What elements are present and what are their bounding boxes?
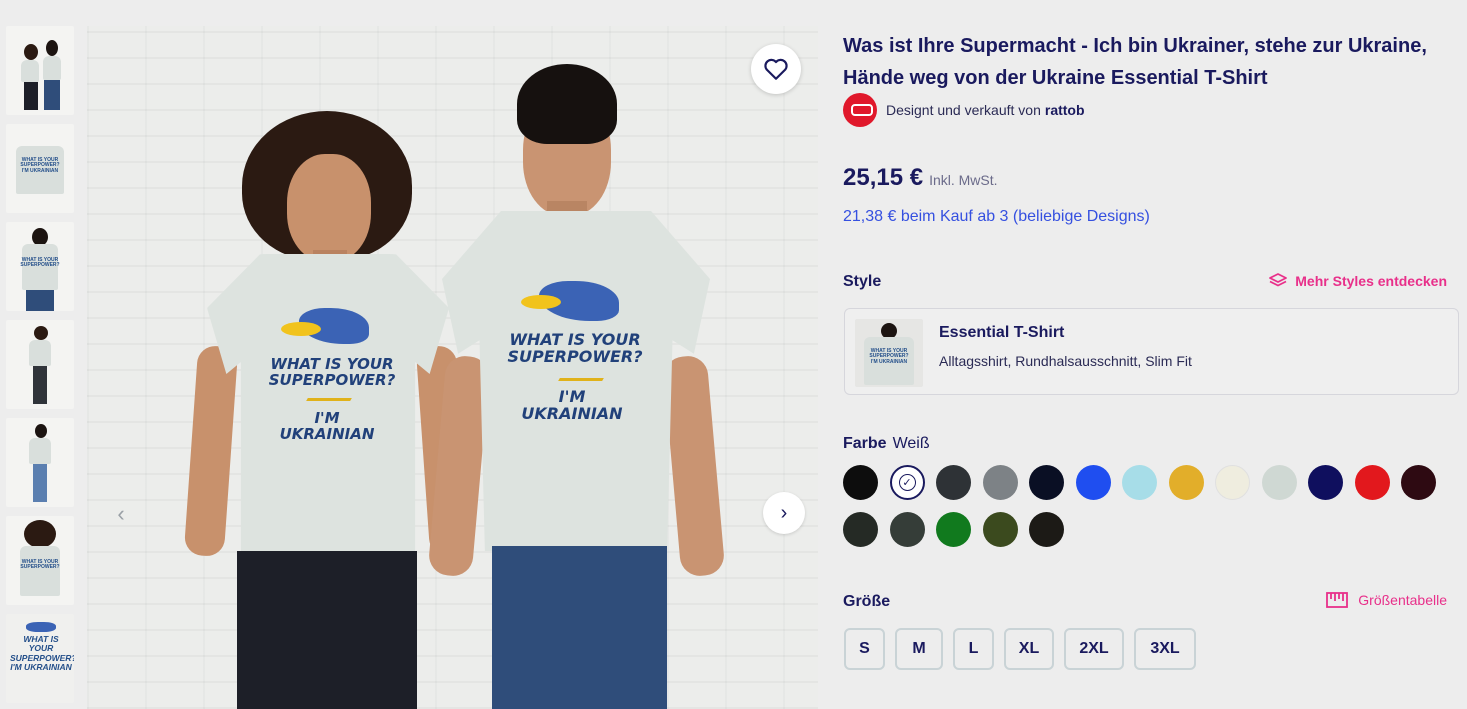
size-options: S M L XL 2XL 3XL [844,628,1206,670]
artwork-text-line1: WHAT IS YOUR [23,634,59,654]
model-man-pants [492,546,667,709]
color-swatch[interactable] [982,512,1018,547]
color-swatch[interactable] [1215,465,1250,500]
check-icon: ✓ [898,474,916,491]
size-button-l[interactable]: L [953,628,994,670]
model-woman-face [287,154,371,262]
layers-icon [1269,273,1288,287]
color-label-text: Farbe [843,435,887,452]
thumbnail-flat-shirt[interactable]: WHAT IS YOUR SUPERPOWER? I'M UKRAINIAN [6,124,74,213]
thumbnail-woman-front[interactable]: WHAT IS YOUR SUPERPOWER? [6,516,74,605]
size-button-xl[interactable]: XL [1004,628,1054,670]
color-swatch[interactable] [843,512,878,547]
previous-image-button[interactable]: ‹ [101,494,141,534]
color-swatch[interactable] [1029,465,1064,500]
color-swatch[interactable] [1354,465,1390,500]
artwork-text-line3: I'M UKRAINIAN [10,662,72,673]
seller-name-link[interactable]: rattob [1045,102,1085,118]
print-man-line1: WHAT IS YOUR [509,330,641,349]
chevron-right-icon: › [780,501,788,524]
size-button-s[interactable]: S [844,628,885,670]
color-swatch[interactable] [1261,465,1297,500]
color-swatch[interactable] [889,512,925,547]
print-text-man: WHAT IS YOUR SUPERPOWER? [505,331,645,366]
print-text-woman: WHAT IS YOUR SUPERPOWER? [267,356,397,388]
price-tax-note: Inkl. MwSt. [929,172,998,188]
size-chart-label: Größentabelle [1358,592,1447,608]
print-woman-line3: I'M UKRAINIAN [279,409,375,444]
seller-prefix: Designt und verkauft von [886,102,1041,118]
color-swatch[interactable] [1075,465,1111,500]
model-man-hair [517,64,617,144]
color-swatch[interactable] [1168,465,1204,500]
model-woman-arm-left [183,344,239,558]
model-woman-pants [237,551,417,709]
color-swatch[interactable] [936,512,971,547]
style-thumbnail: WHAT IS YOUR SUPERPOWER? I'M UKRAINIAN [855,319,923,387]
color-swatch[interactable] [1029,512,1064,547]
model-woman-shirt [207,254,449,554]
color-swatch[interactable] [1401,465,1436,500]
color-swatch[interactable] [843,465,878,500]
print-man-line3: I'M UKRAINIAN [521,387,623,424]
seller-avatar[interactable] [843,93,877,127]
more-styles-label: Mehr Styles entdecken [1295,273,1447,289]
next-image-button[interactable]: › [763,492,805,534]
bulk-discount-text: 21,38 € beim Kauf ab 3 (beliebige Design… [843,208,1150,225]
color-label: Farbe Weiß [843,435,930,453]
print-bolt-woman [306,398,352,401]
print-bolt-man [558,378,604,381]
favorite-button[interactable] [751,44,801,94]
more-styles-link[interactable]: Mehr Styles entdecken [1269,273,1447,289]
color-swatch[interactable] [982,465,1018,500]
selected-color-name: Weiß [892,435,930,452]
thumbnail-couple[interactable] [6,26,74,115]
seller-info: Designt und verkauft von rattob [843,93,1085,127]
thumbnail-man-front[interactable]: WHAT IS YOUR SUPERPOWER? [6,222,74,311]
ruler-icon [1326,592,1349,608]
model-man-shirt [442,211,710,551]
thumbnail-man-full[interactable] [6,418,74,507]
chevron-left-icon: ‹ [117,501,125,526]
thumbnail-list: WHAT IS YOUR SUPERPOWER? I'M UKRAINIAN WHA… [6,26,74,709]
style-label: Style [843,273,882,290]
print-man-line2: SUPERPOWER? [507,347,643,367]
size-button-2xl[interactable]: 2XL [1064,628,1124,670]
product-title: Was ist Ihre Supermacht - Ich bin Ukrain… [843,35,1427,89]
color-swatch[interactable] [936,465,971,500]
color-swatch[interactable]: ✓ [889,465,925,500]
style-selector-card[interactable]: WHAT IS YOUR SUPERPOWER? I'M UKRAINIAN Ess… [844,308,1459,395]
heart-icon [764,58,788,80]
size-label: Größe [843,593,891,610]
style-description: Alltagsshirt, Rundhalsausschnitt, Slim F… [939,353,1192,369]
style-name: Essential T-Shirt [939,324,1065,341]
color-swatch[interactable] [1122,465,1157,500]
size-chart-link[interactable]: Größentabelle [1326,592,1447,608]
thumbnail-artwork[interactable]: WHAT IS YOUR SUPERPOWER? I'M UKRAINIAN [6,614,74,703]
size-button-m[interactable]: M [895,628,943,670]
model-man-arm-right [662,354,726,578]
color-swatch[interactable] [1308,465,1343,500]
print-woman-line2: SUPERPOWER? [268,371,396,390]
thumbnail-woman-full[interactable] [6,320,74,409]
size-button-3xl[interactable]: 3XL [1134,628,1196,670]
main-product-image: WHAT IS YOUR SUPERPOWER? I'M UKRAINIAN W… [87,26,818,709]
price-block: 25,15 € Inkl. MwSt. [843,164,998,192]
price: 25,15 € [843,164,924,191]
